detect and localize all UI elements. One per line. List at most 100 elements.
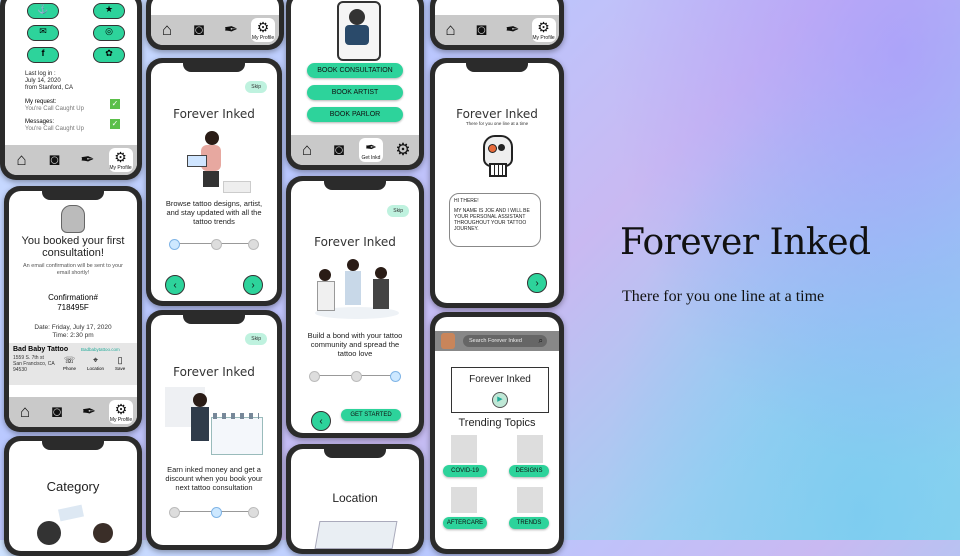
banner-video[interactable]: Forever Inked ▶ (451, 367, 549, 413)
next-arrow-button[interactable]: › (243, 275, 263, 295)
community-illustration (305, 251, 405, 323)
book-parlor-button[interactable]: BOOK PARLOR (307, 107, 403, 122)
mail-icon[interactable]: ✉ (27, 25, 59, 41)
tattoo-gun-icon[interactable]: ✒ Get Inkd (359, 138, 383, 162)
save-action-label: Save (115, 366, 126, 371)
camera-icon[interactable]: ◙ (43, 148, 67, 172)
shop-card[interactable]: Bad Baby Tattoo Badbabytattoo.com 1559 S… (9, 343, 137, 385)
request-label: My request: (25, 99, 57, 105)
home-screen: Search Forever Inked ⌕ Forever Inked ▶ T… (435, 317, 559, 549)
get-started-button[interactable]: GET STARTED (341, 409, 401, 421)
camera-icon[interactable]: ◙ (327, 138, 351, 162)
topic-aftercare-button[interactable]: AFTERCARE (443, 517, 487, 529)
topic-image-covid (451, 435, 477, 463)
back-arrow-button[interactable]: ‹ (165, 275, 185, 295)
skip-button[interactable]: Skip (245, 333, 267, 345)
social-icon-1[interactable]: ⚓ (27, 3, 59, 19)
bottom-nav: ⌂ ◙ ✒ Get Inkd ⚙ (291, 135, 419, 165)
request-check-icon[interactable]: ✓ (110, 99, 120, 109)
pinwheel-icon[interactable]: ✿ (93, 47, 125, 63)
messages-check-icon[interactable]: ✓ (110, 119, 120, 129)
save-action[interactable]: ▯ Save (115, 355, 125, 371)
notch (324, 449, 386, 458)
search-placeholder: Search Forever Inked (469, 338, 522, 344)
book-consultation-button[interactable]: BOOK CONSULTATION (307, 63, 403, 78)
topic-covid-button[interactable]: COVID-19 (443, 465, 487, 477)
progress-dot-3 (248, 239, 259, 250)
shop-site[interactable]: Badbabytattoo.com (81, 347, 120, 352)
location-action[interactable]: ⌖ Location (87, 355, 104, 371)
tattoo-gun-icon[interactable]: ✒ (77, 400, 101, 424)
app-title: Forever Inked (314, 235, 396, 249)
topic-trends-button[interactable]: TRENDS (509, 517, 549, 529)
book-artist-button[interactable]: BOOK ARTIST (307, 85, 403, 100)
camera-icon[interactable]: ◙ (187, 18, 211, 42)
tattoo-gun-icon[interactable]: ✒ (76, 148, 100, 172)
phone-icon: ☏ (63, 355, 76, 365)
gear-icon[interactable]: ⚙ My Profile (108, 148, 133, 172)
home-icon[interactable]: ⌂ (439, 18, 463, 42)
phone-action[interactable]: ☏ Phone (63, 355, 76, 371)
tattoo-gun-icon[interactable]: ✒ (219, 18, 243, 42)
request-value: You're Call Caught Up (25, 106, 84, 112)
phone-assistant: Forever Inked There for you one line at … (430, 58, 564, 308)
partial-screen: ⌂ ◙ ✒ ⚙ My Profile (151, 0, 279, 45)
booked-screen: You booked your first consultation! An e… (9, 191, 137, 427)
back-arrow-button[interactable]: ‹ (311, 411, 331, 431)
notch (466, 63, 528, 72)
app-tagline: There for you one line at a time (465, 121, 529, 126)
app-title: Forever Inked (456, 107, 538, 121)
search-header: Search Forever Inked ⌕ (435, 331, 559, 351)
partial-screen: ⌂ ◙ ✒ ⚙ My Profile (435, 0, 559, 45)
phone-category: Category (4, 436, 142, 556)
category-screen: Category (9, 441, 137, 551)
camera-icon[interactable]: ◙ (45, 400, 69, 424)
confirmation-label: Confirmation# (48, 293, 98, 302)
phone-illustration (337, 1, 381, 61)
skip-button[interactable]: Skip (245, 81, 267, 93)
last-login: Last log in : July 14, 2020 from Stanfor… (25, 71, 73, 92)
skip-button[interactable]: Skip (387, 205, 409, 217)
topic-image-aftercare (451, 487, 477, 513)
phone-onboard-browse: Skip Forever Inked Browse tattoo designs… (146, 58, 282, 306)
home-icon[interactable]: ⌂ (295, 138, 319, 162)
phone-top-partial-2: ⌂ ◙ ✒ ⚙ My Profile (430, 0, 564, 50)
notch (42, 441, 104, 450)
star-icon[interactable]: ★ (93, 3, 125, 19)
location-screen: Location (291, 449, 419, 549)
home-icon[interactable]: ⌂ (155, 18, 179, 42)
play-icon[interactable]: ▶ (492, 392, 508, 408)
phone-booked: You booked your first consultation! An e… (4, 186, 142, 432)
location-action-label: Location (87, 366, 105, 371)
gear-icon[interactable]: ⚙ My Profile (109, 400, 133, 424)
home-icon[interactable]: ⌂ (10, 148, 34, 172)
search-icon[interactable]: ⌕ (539, 335, 543, 347)
gear-icon[interactable]: ⚙ (391, 138, 415, 162)
progress-dot-1 (309, 371, 320, 382)
gear-icon[interactable]: ⚙ My Profile (251, 18, 275, 42)
progress-dot-1 (169, 239, 180, 250)
nav-profile-label: My Profile (251, 35, 275, 41)
next-arrow-button[interactable]: › (527, 273, 547, 293)
gear-icon[interactable]: ⚙ My Profile (531, 18, 556, 42)
search-input[interactable]: Search Forever Inked ⌕ (463, 335, 547, 347)
camera-icon[interactable]: ◙ (470, 18, 494, 42)
calendar-illustration (165, 383, 265, 459)
bottom-nav: ⌂ ◙ ✒ ⚙ My Profile (435, 15, 559, 45)
shop-zip: 94530 (13, 367, 27, 373)
app-title: Forever Inked (173, 107, 255, 121)
topic-designs-button[interactable]: DESIGNS (509, 465, 549, 477)
topic-image-trends (517, 487, 543, 513)
nav-profile-label: My Profile (109, 417, 133, 423)
phone-location: Location (286, 444, 424, 554)
bottom-nav: ⌂ ◙ ✒ ⚙ My Profile (151, 15, 279, 45)
home-icon[interactable]: ⌂ (13, 400, 37, 424)
location-title: Location (332, 491, 378, 505)
facebook-icon[interactable]: f (27, 47, 59, 63)
progress-dots (169, 239, 259, 250)
trending-title: Trending Topics (458, 417, 536, 429)
browse-illustration (175, 131, 253, 193)
confirmation-number: 718495F (57, 303, 89, 312)
instagram-icon[interactable]: ◎ (93, 25, 125, 41)
tattoo-gun-icon[interactable]: ✒ (501, 18, 525, 42)
